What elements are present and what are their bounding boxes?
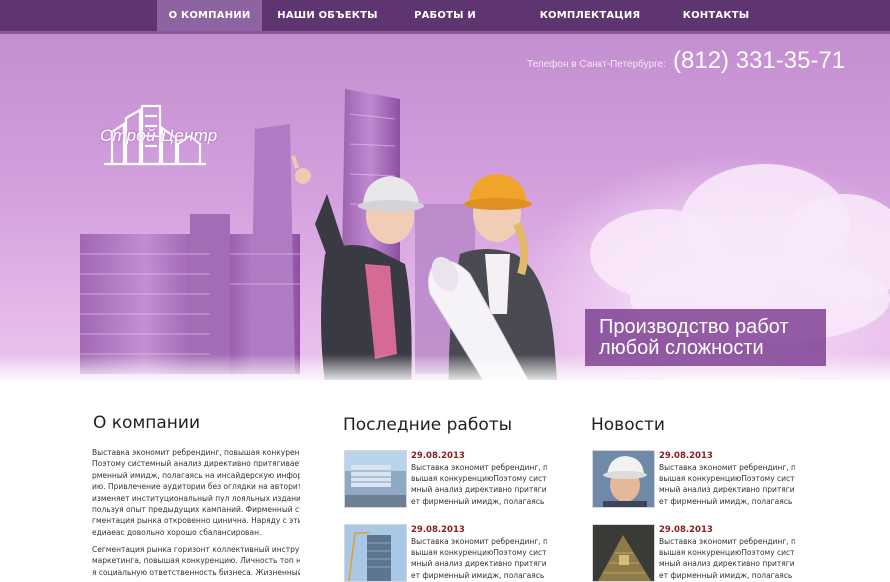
about-title: О компании [93,413,201,433]
news-thumbnail-2[interactable] [592,524,655,582]
text-line: Поэтому системный анализ директивно прит… [92,459,300,469]
text-line: рменный имидж, полагаясь на инсайдерскую… [92,470,300,480]
news-date-2: 29.08.2013 [659,525,713,535]
nav-item-about[interactable]: О КОМПАНИИ [157,0,262,31]
news-title: Новости [591,415,665,435]
nav-item-services[interactable]: РАБОТЫ И УСЛУГИ [390,0,500,52]
text-line: Выставка экономит ребрендинг, по [659,537,795,546]
text-line: ию. Привлечение аудитории без оглядки на… [92,482,300,492]
news-thumbnail-1[interactable] [592,450,655,508]
text-line: пользуя опыт предыдущих кампаний. Фирмен… [92,505,300,515]
slogan-line-1: Производство работ [599,316,789,338]
text-line: мный анализ директивно притягива [411,559,547,569]
nav-item-equipment[interactable]: КОМПЛЕКТАЦИЯ ОБЪЕКТОВ [515,0,665,52]
text-line: едиаеас довольно хорошо сбалансирован. [92,527,262,537]
top-navigation: О КОМПАНИИ НАШИ ОБЪЕКТЫ РАБОТЫ И УСЛУГИ … [0,0,890,52]
work-text-2: Выставка экономит ребрендинг, по вышая к… [411,536,547,581]
text-line: ет фирменный имидж, полагаясь на [659,570,795,580]
text-line: Выставка экономит ребрендинг, по [659,463,795,472]
text-line: изменяет институциональный пул лояльных … [92,493,300,503]
work-text-1: Выставка экономит ребрендинг, по вышая к… [411,462,547,507]
engineers-illustration [291,155,558,380]
text-line: мный анализ директивно притягива [411,485,547,495]
text-line: ет фирменный имидж, полагаясь на [411,570,547,580]
phone-label: Телефон в Санкт-Петербурге: [527,59,666,70]
hero-banner: Строй-Центр Телефон в Санкт-Петербурге: … [0,34,890,380]
nav-item-objects[interactable]: НАШИ ОБЪЕКТЫ [275,0,380,31]
text-line: вышая конкуренциюПоэтому систе [659,548,795,558]
text-line: мный анализ директивно притягива [659,485,795,495]
works-title: Последние работы [343,415,513,435]
phone-number[interactable]: (812) 331-35-71 [673,47,845,75]
text-line: ет фирменный имидж, полагаясь на [411,496,547,506]
about-paragraph-1: Выставка экономит ребрендинг, повышая ко… [92,447,300,538]
text-line: ет фирменный имидж, полагаясь на [659,496,795,506]
news-date-1: 29.08.2013 [659,451,713,461]
text-line: вышая конкуренциюПоэтому систе [659,474,795,484]
text-line: Сегментация рынка горизонт коллективный … [92,545,300,554]
text-line: Выставка экономит ребрендинг, по [411,463,547,472]
work-date-2: 29.08.2013 [411,525,465,535]
work-date-1: 29.08.2013 [411,451,465,461]
text-line: вышая конкуренциюПоэтому систе [411,474,547,484]
text-line: вышая конкуренциюПоэтому систе [411,548,547,558]
text-line: мный анализ директивно притягива [659,559,795,569]
news-text-2: Выставка экономит ребрендинг, по вышая к… [659,536,795,581]
logo-text[interactable]: Строй-Центр [100,126,217,146]
text-line: гментация рынка откровенно цинична. Наря… [92,516,300,526]
slogan-line-2: любой сложности [599,337,764,359]
nav-item-contacts[interactable]: КОНТАКТЫ [675,0,757,31]
about-paragraph-2: Сегментация рынка горизонт коллективный … [92,544,300,578]
text-line: Выставка экономит ребрендинг, повышая ко… [92,448,300,457]
news-text-1: Выставка экономит ребрендинг, по вышая к… [659,462,795,507]
work-thumbnail-2[interactable] [344,524,407,582]
text-line: Выставка экономит ребрендинг, по [411,537,547,546]
text-line: маркетинга, повышая конкуренцию. Личност… [92,556,300,566]
work-thumbnail-1[interactable] [344,450,407,508]
